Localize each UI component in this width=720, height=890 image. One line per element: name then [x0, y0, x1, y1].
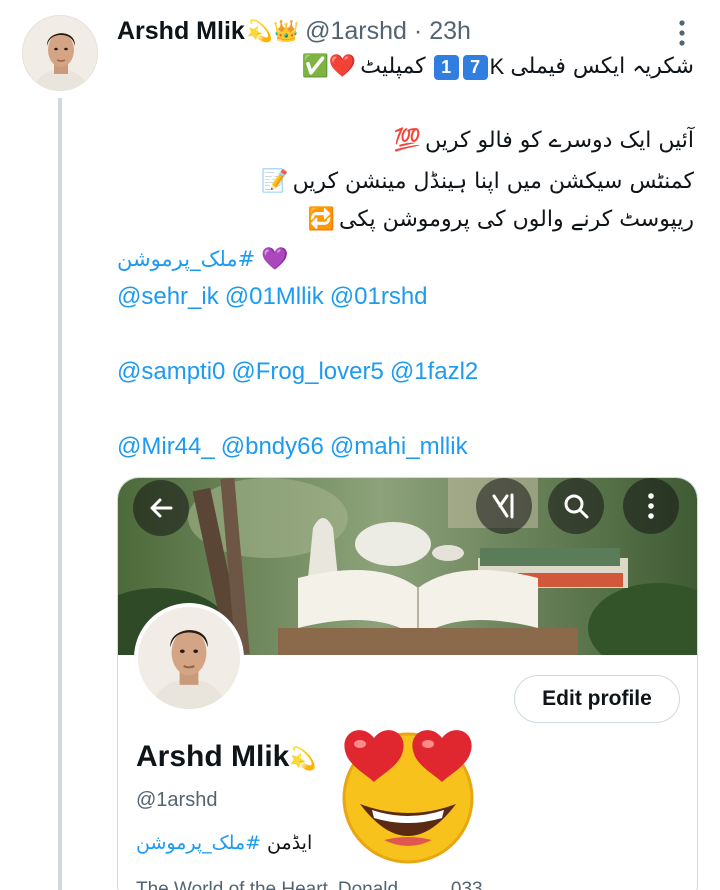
author-name[interactable]: Arshd Mlik: [117, 17, 245, 46]
tweet-line-2: آئیں ایک دوسرے کو فالو کریں 💯: [390, 124, 694, 158]
more-options-button[interactable]: [671, 18, 693, 48]
tweet-line-4: ریپوسٹ کرنے والوں کی پروموشن پکی 🔁: [304, 203, 694, 237]
author-avatar[interactable]: [22, 15, 98, 91]
avatar-portrait-icon: [138, 607, 240, 709]
line2-text: آئیں ایک دوسرے کو فالو کریں: [424, 128, 694, 153]
search-icon: [564, 494, 589, 519]
profile-meta: The World of the Heart Donald_____033: [136, 879, 483, 890]
mention-link[interactable]: @Mir44_: [117, 433, 215, 460]
author-badges: 💫👑: [246, 18, 300, 43]
mention-link[interactable]: @bndy66: [221, 433, 324, 460]
avatar-portrait-icon: [23, 16, 97, 90]
profile-link[interactable]: Donald_____033: [338, 879, 483, 890]
hashtag-link[interactable]: #ملک_پرموشن: [117, 247, 255, 271]
profile-handle: @1arshd: [136, 789, 218, 811]
edit-profile-button[interactable]: Edit profile: [514, 675, 680, 723]
profile-location: The World of the Heart: [136, 879, 328, 890]
mention-link[interactable]: @01rshd: [330, 283, 428, 310]
hashtag-line: #ملک_پرموشن 💜: [117, 242, 289, 276]
digit-box-7: 7: [462, 54, 488, 80]
k-letter: K: [489, 54, 505, 79]
mention-link[interactable]: @mahi_mllik: [330, 433, 468, 460]
back-arrow-icon: [150, 498, 173, 518]
profile-picture[interactable]: [134, 603, 244, 713]
profile-badge: 💫: [289, 746, 317, 771]
author-handle[interactable]: @1arshd: [305, 17, 407, 46]
mention-link[interactable]: @sampti0: [117, 358, 225, 385]
mentions-row-3: @Mir44_ @bndy66 @mahi_mllik: [117, 430, 474, 464]
mention-link[interactable]: @Frog_lover5: [231, 358, 383, 385]
tweet-header: Arshd Mlik 💫👑 @1arshd · 23h: [117, 15, 471, 47]
mention-link[interactable]: @sehr_ik: [117, 283, 219, 310]
back-button[interactable]: [133, 480, 189, 536]
hundred-emoji: 💯: [393, 128, 421, 153]
purple-heart-emoji: 💜: [261, 246, 289, 272]
line1-word: کمپلیٹ: [360, 54, 426, 79]
line1-text: شکریہ ایکس فیملی: [510, 54, 694, 79]
digit-box-1: 1: [433, 54, 459, 80]
tweet-line-1: شکریہ ایکس فیملی 17K کمپلیٹ ✅❤️: [298, 50, 694, 84]
heart-eyes-emoji: [342, 730, 474, 864]
bio-word: ایڈمن: [267, 832, 313, 854]
repeat-emoji: 🔁: [307, 207, 336, 232]
mention-link[interactable]: @1fazl2: [390, 358, 478, 385]
profile-name: Arshd Mlik💫: [136, 740, 317, 774]
more-button[interactable]: [623, 478, 679, 534]
grok-button[interactable]: [476, 478, 532, 534]
more-vertical-icon: [648, 493, 654, 519]
bio-hashtag[interactable]: #ملک_پرموشن: [136, 832, 261, 854]
check-heart-emoji: ✅❤️: [301, 54, 357, 79]
profile-bio: ایڈمن #ملک_پرموشن: [136, 832, 312, 854]
line4-text: ریپوسٹ کرنے والوں کی پروموشن پکی: [339, 207, 694, 232]
mentions-row-2: @sampti0 @Frog_lover5 @1fazl2: [117, 355, 484, 389]
tweet-line-3: کمنٹس سیکشن میں اپنا ہینڈل مینشن کریں 📝: [257, 165, 694, 199]
follower-count: 17K: [432, 50, 505, 84]
header-separator: ·: [413, 16, 423, 45]
search-button[interactable]: [548, 478, 604, 534]
mention-link[interactable]: @01Mllik: [225, 283, 324, 310]
more-vertical-icon: [679, 20, 685, 46]
line3-text: کمنٹس سیکشن میں اپنا ہینڈل مینشن کریں: [292, 169, 694, 194]
memo-emoji: 📝: [261, 169, 289, 194]
grok-icon: [492, 493, 514, 519]
profile-name-text: Arshd Mlik: [136, 740, 290, 773]
mentions-row-1: @sehr_ik @01Mllik @01rshd: [117, 280, 434, 314]
tweet-time[interactable]: 23h: [429, 17, 471, 46]
thread-line: [58, 98, 62, 890]
